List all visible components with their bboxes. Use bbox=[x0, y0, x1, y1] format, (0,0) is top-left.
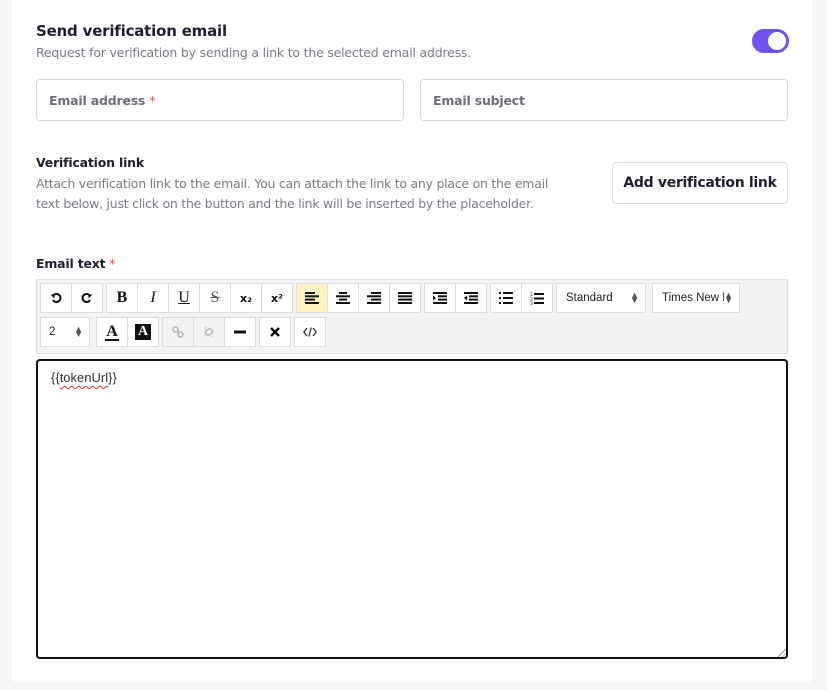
underline-button[interactable]: U bbox=[168, 283, 200, 313]
paragraph-style-value: Standard bbox=[566, 292, 613, 304]
close-icon bbox=[270, 327, 280, 337]
source-code-button[interactable] bbox=[294, 317, 326, 347]
background-color-icon: A bbox=[135, 324, 151, 340]
insert-group bbox=[162, 317, 256, 347]
align-justify-button[interactable] bbox=[389, 283, 421, 313]
source-group bbox=[294, 317, 326, 347]
align-justify-icon bbox=[398, 292, 412, 304]
color-group: A A bbox=[96, 317, 159, 347]
align-right-button[interactable] bbox=[358, 283, 390, 313]
clear-formatting-button[interactable] bbox=[259, 317, 291, 347]
strikethrough-button[interactable]: S bbox=[199, 283, 231, 313]
alignment-group bbox=[296, 283, 421, 313]
background-color-button[interactable]: A bbox=[127, 317, 159, 347]
align-left-icon bbox=[305, 292, 319, 304]
text-color-button[interactable]: A bbox=[96, 317, 128, 347]
token-url-placeholder: tokenUrl bbox=[59, 370, 109, 385]
select-arrows-icon: ▲ ▼ bbox=[724, 290, 733, 305]
bullet-list-button[interactable] bbox=[490, 283, 522, 313]
italic-button[interactable]: I bbox=[137, 283, 169, 313]
section-title: Send verification email bbox=[36, 22, 227, 40]
clear-group bbox=[259, 317, 291, 347]
add-verification-link-button[interactable]: Add verification link bbox=[612, 162, 788, 204]
outdent-button[interactable] bbox=[455, 283, 487, 313]
insert-link-button[interactable] bbox=[162, 317, 194, 347]
token-brace-open: {{ bbox=[51, 370, 60, 385]
email-subject-label: Email subject bbox=[433, 92, 525, 108]
font-size-value: 2 bbox=[49, 326, 56, 338]
token-brace-close: }} bbox=[108, 370, 117, 385]
verification-link-description: Attach verification link to the email. Y… bbox=[36, 176, 549, 211]
code-icon bbox=[303, 327, 317, 337]
numbered-list-button[interactable]: 123 bbox=[521, 283, 553, 313]
email-text-editor[interactable]: {{tokenUrl}} bbox=[36, 359, 788, 659]
email-text-label: Email text * bbox=[36, 256, 116, 271]
editor-content: {{tokenUrl}} bbox=[51, 370, 117, 385]
unlink-icon bbox=[204, 326, 214, 338]
format-group: B I U S x₂ x² bbox=[106, 283, 293, 313]
undo-button[interactable] bbox=[40, 283, 72, 313]
align-right-icon bbox=[367, 292, 381, 304]
redo-button[interactable] bbox=[71, 283, 103, 313]
bold-button[interactable]: B bbox=[106, 283, 138, 313]
link-icon bbox=[172, 326, 184, 338]
required-mark: * bbox=[109, 256, 116, 271]
horizontal-rule-icon bbox=[234, 330, 246, 334]
email-address-field[interactable]: Email address * bbox=[36, 79, 404, 121]
font-size-select[interactable]: 2 ▲ ▼ bbox=[40, 317, 90, 347]
text-color-icon: A bbox=[105, 322, 119, 341]
indent-group bbox=[424, 283, 487, 313]
redo-icon bbox=[81, 293, 93, 303]
toolbar-row-2: 2 ▲ ▼ A A bbox=[40, 317, 329, 347]
required-mark: * bbox=[149, 92, 156, 108]
paragraph-style-select[interactable]: Standard ▲ ▼ bbox=[556, 283, 646, 313]
indent-icon bbox=[433, 292, 447, 304]
unlink-button[interactable] bbox=[193, 317, 225, 347]
indent-button[interactable] bbox=[424, 283, 456, 313]
section-description: Request for verification by sending a li… bbox=[36, 45, 471, 60]
email-address-label: Email address bbox=[49, 92, 146, 108]
horizontal-rule-button[interactable] bbox=[224, 317, 256, 347]
subscript-button[interactable]: x₂ bbox=[230, 283, 262, 313]
select-arrows-icon: ▲ ▼ bbox=[74, 324, 83, 339]
select-arrows-icon: ▲ ▼ bbox=[630, 290, 639, 305]
bullet-list-icon bbox=[499, 292, 513, 304]
align-center-button[interactable] bbox=[327, 283, 359, 313]
align-left-button[interactable] bbox=[296, 283, 328, 313]
email-text-label-text: Email text bbox=[36, 256, 106, 271]
resize-handle[interactable] bbox=[776, 647, 786, 657]
editor-toolbar: B I U S x₂ x² 1 2 3 Standard ▲ ▼ Times N… bbox=[36, 279, 788, 354]
toggle-knob bbox=[768, 32, 786, 50]
undo-icon bbox=[50, 293, 62, 303]
align-center-icon bbox=[336, 292, 350, 304]
verification-link-title: Verification link bbox=[36, 155, 144, 170]
outdent-icon bbox=[464, 292, 478, 304]
toolbar-row-1: B I U S x₂ x² 1 2 3 Standard ▲ ▼ Times N… bbox=[40, 283, 746, 313]
font-family-value: Times New Roman bbox=[662, 292, 724, 304]
email-subject-field[interactable]: Email subject bbox=[420, 79, 788, 121]
numbered-list-icon: 123 bbox=[530, 292, 544, 305]
superscript-button[interactable]: x² bbox=[261, 283, 293, 313]
font-family-select[interactable]: Times New Roman ▲▼ bbox=[652, 283, 740, 313]
list-group: 123 bbox=[490, 283, 553, 313]
svg-text:3: 3 bbox=[530, 301, 533, 305]
history-group bbox=[40, 283, 103, 313]
send-verification-toggle[interactable] bbox=[752, 29, 789, 53]
